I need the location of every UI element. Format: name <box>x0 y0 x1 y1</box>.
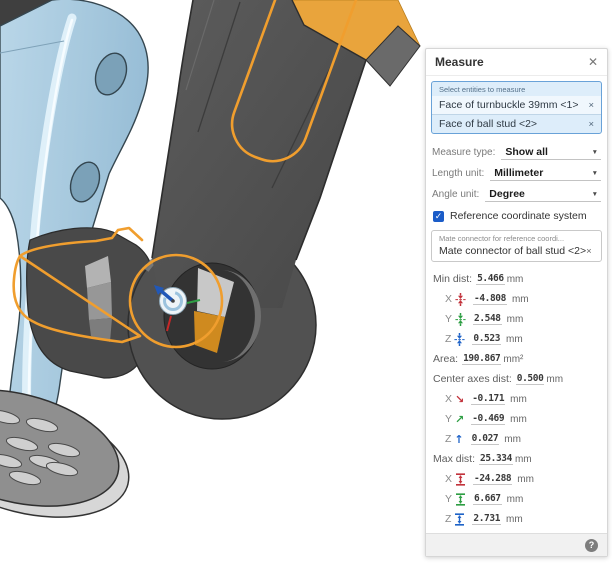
chevron-down-icon[interactable]: ▼ <box>592 191 598 200</box>
min-dist-z-row: Z 0.523 mm <box>433 329 603 349</box>
axis-letter: Y <box>445 413 452 425</box>
axis-letter: Y <box>445 313 452 325</box>
min-dist-x-row: X -4.808 mm <box>433 289 603 309</box>
dropdown-label: Measure type: <box>432 147 495 160</box>
result-value: 2.731 <box>472 513 501 525</box>
result-value: -24.288 <box>473 473 512 485</box>
ibeam-icon <box>455 493 466 506</box>
ibeam-icon <box>455 473 466 486</box>
result-value: 25.334 <box>479 453 513 465</box>
part-perforated-disc[interactable] <box>0 370 141 536</box>
result-value: -0.469 <box>471 413 505 425</box>
panel-footer: ? <box>426 533 607 556</box>
converge-icon <box>455 293 466 306</box>
result-value: 0.523 <box>472 333 501 345</box>
max-dist-y-row: Y 6.667 mm <box>433 489 603 509</box>
result-unit: mm <box>515 454 532 465</box>
diagonal-arrow-icon: ↗ <box>455 414 464 425</box>
result-unit: mm <box>504 434 521 445</box>
converge-icon <box>454 333 465 346</box>
length-unit-dropdown[interactable]: Length unit: Millimeter ▼ <box>426 160 607 181</box>
axis-letter: Z <box>445 513 451 525</box>
checkbox-label: Reference coordinate system <box>450 210 587 222</box>
mate-connector-label: Mate connector for reference coordi... <box>439 234 594 243</box>
measure-type-dropdown[interactable]: Measure type: Show all ▼ <box>426 139 607 160</box>
close-icon[interactable]: ✕ <box>588 56 598 68</box>
selected-entity-text: Face of ball stud <2> <box>439 118 537 130</box>
selected-entity-text: Face of turnbuckle 39mm <1> <box>439 99 579 111</box>
angle-unit-dropdown[interactable]: Angle unit: Degree ▼ <box>426 181 607 202</box>
remove-entity-icon[interactable]: × <box>584 119 594 130</box>
axis-letter: X <box>445 393 452 405</box>
result-unit: mm <box>546 374 563 385</box>
axis-letter: Z <box>445 333 451 345</box>
mate-connector-box[interactable]: Mate connector for reference coordi... M… <box>431 230 602 262</box>
diagonal-arrow-icon: ↘ <box>455 394 464 405</box>
ibeam-icon <box>454 513 465 526</box>
result-unit: mm <box>506 334 523 345</box>
checkbox-checked-icon[interactable]: ✓ <box>433 211 444 222</box>
selection-box-label: Select entities to measure <box>432 82 601 96</box>
result-unit: mm² <box>503 354 523 365</box>
chevron-down-icon[interactable]: ▼ <box>592 149 598 158</box>
result-value: 0.027 <box>471 433 500 445</box>
dropdown-label: Length unit: <box>432 168 484 181</box>
center-x-row: X ↘ -0.171 mm <box>433 389 603 409</box>
panel-header: Measure ✕ <box>426 49 607 76</box>
dropdown-value: Degree <box>489 188 525 200</box>
axis-letter: X <box>445 293 452 305</box>
max-dist-row: Max dist: 25.334 mm <box>433 449 603 469</box>
help-icon[interactable]: ? <box>585 539 598 552</box>
selected-entity-row[interactable]: Face of ball stud <2> × <box>432 115 601 133</box>
area-row: Area: 190.867 mm² <box>433 349 603 369</box>
mate-connector-value: Mate connector of ball stud <2> <box>439 245 586 257</box>
result-unit: mm <box>517 474 534 485</box>
result-value: 0.500 <box>516 373 545 385</box>
measure-panel: Measure ✕ Select entities to measure Fac… <box>425 48 608 557</box>
axis-letter: Z <box>445 433 451 445</box>
result-unit: mm <box>510 394 527 405</box>
converge-icon <box>455 313 466 326</box>
center-z-row: Z ↑ 0.027 mm <box>433 429 603 449</box>
result-unit: mm <box>506 514 523 525</box>
center-axes-dist-row: Center axes dist: 0.500 mm <box>433 369 603 389</box>
chevron-down-icon[interactable]: ▼ <box>592 170 598 179</box>
eye-hole <box>164 263 261 369</box>
result-unit: mm <box>510 414 527 425</box>
min-dist-y-row: Y 2.548 mm <box>433 309 603 329</box>
part-blue-bracket[interactable] <box>0 0 148 441</box>
result-value: 190.867 <box>462 353 501 365</box>
dropdown-value: Show all <box>505 146 548 158</box>
min-dist-row: Min dist: 5.466 mm <box>433 269 603 289</box>
result-unit: mm <box>512 294 529 305</box>
up-arrow-icon: ↑ <box>454 434 463 445</box>
result-value: -0.171 <box>471 393 505 405</box>
remove-entity-icon[interactable]: × <box>584 100 594 111</box>
dropdown-value: Millimeter <box>494 167 543 179</box>
selected-entity-row[interactable]: Face of turnbuckle 39mm <1> × <box>432 96 601 115</box>
result-label: Area: <box>433 353 458 365</box>
dropdown-label: Angle unit: <box>432 189 479 202</box>
result-value: -4.808 <box>473 293 507 305</box>
max-dist-x-row: X -24.288 mm <box>433 469 603 489</box>
result-label: Min dist: <box>433 273 472 285</box>
result-value: 6.667 <box>473 493 502 505</box>
max-dist-z-row: Z 2.731 mm <box>433 509 603 529</box>
result-unit: mm <box>507 494 524 505</box>
panel-title: Measure <box>435 55 484 69</box>
panel-body: Select entities to measure Face of turnb… <box>426 76 607 533</box>
result-label: Center axes dist: <box>433 373 512 385</box>
reference-coordinate-checkbox-row[interactable]: ✓ Reference coordinate system <box>433 210 600 222</box>
result-unit: mm <box>507 274 524 285</box>
result-label: Max dist: <box>433 453 475 465</box>
axis-letter: Y <box>445 493 452 505</box>
measurement-results: Min dist: 5.466 mm X -4.808 mm Y 2.548 m… <box>426 269 607 529</box>
entity-selection-box[interactable]: Select entities to measure Face of turnb… <box>431 81 602 134</box>
result-value: 5.466 <box>476 273 505 285</box>
result-value: 2.548 <box>473 313 502 325</box>
result-unit: mm <box>507 314 524 325</box>
axis-letter: X <box>445 473 452 485</box>
center-y-row: Y ↗ -0.469 mm <box>433 409 603 429</box>
remove-mate-icon[interactable]: × <box>586 246 592 257</box>
